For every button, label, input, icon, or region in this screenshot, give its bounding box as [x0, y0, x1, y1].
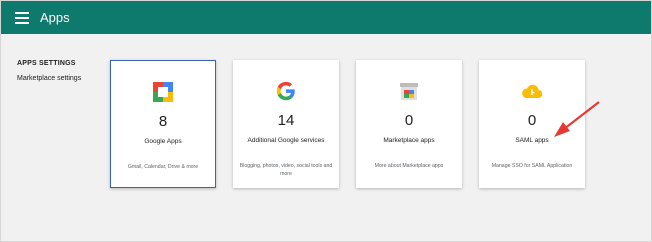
app-window: Apps APPS SETTINGS Marketplace settings … [0, 0, 652, 242]
annotation-arrow [554, 101, 600, 137]
